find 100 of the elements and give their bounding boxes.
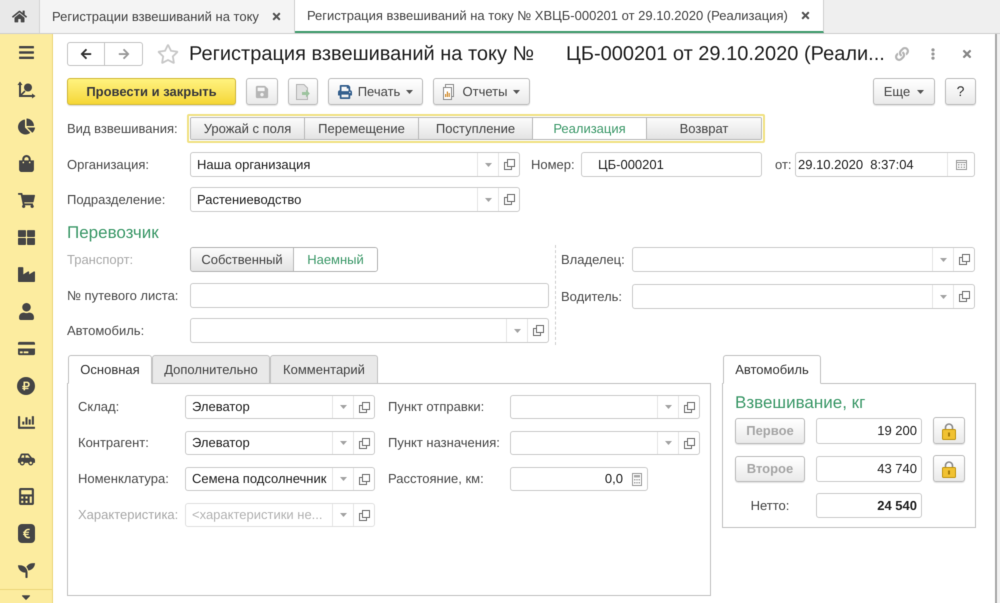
weighing-type-option[interactable]: Перемещение xyxy=(305,118,419,139)
open-window-icon xyxy=(958,254,970,265)
ruble-coin-icon[interactable] xyxy=(17,376,35,394)
more-button[interactable]: Еще xyxy=(873,78,935,105)
open-window-icon xyxy=(358,510,370,520)
open-window-icon xyxy=(684,402,694,412)
field-label: Организация: xyxy=(67,156,150,174)
euro-icon[interactable] xyxy=(18,524,34,543)
section-heading: Взвешивание, кг xyxy=(735,392,866,414)
panel-tab[interactable]: Дополнительно xyxy=(152,355,270,383)
caret-icon xyxy=(340,477,346,481)
caret-icon xyxy=(940,258,946,262)
dropdown-field[interactable] xyxy=(510,431,700,455)
caret-icon xyxy=(340,513,346,517)
panel-tab[interactable]: Комментарий xyxy=(270,355,378,383)
panel-tab[interactable]: Автомобиль xyxy=(723,355,821,384)
open-window-icon xyxy=(358,474,370,484)
panel-tab[interactable]: Основная xyxy=(68,355,152,384)
chart-axis-icon[interactable] xyxy=(16,80,36,100)
star-icon[interactable] xyxy=(157,43,179,65)
caret-icon xyxy=(340,405,346,409)
caret-icon xyxy=(940,294,946,298)
section-heading: Перевозчик xyxy=(67,222,159,244)
open-window-icon xyxy=(958,291,970,302)
caret-icon xyxy=(406,90,414,94)
padlock-icon xyxy=(942,422,956,440)
dropdown-field[interactable]: Семена подсолнечник xyxy=(185,467,375,491)
field-label: Склад: xyxy=(78,398,120,416)
caret-icon xyxy=(513,90,520,94)
help-button[interactable]: ? xyxy=(945,78,976,105)
field-label: Характеристика: xyxy=(78,506,180,524)
back-button[interactable] xyxy=(67,42,105,66)
field-label: Автомобиль: xyxy=(67,322,146,340)
caret-icon xyxy=(340,441,346,445)
open-window-icon xyxy=(532,325,544,336)
date-field[interactable]: 29.10.2020 8:37:04 xyxy=(795,152,975,177)
close-icon[interactable] xyxy=(961,48,973,60)
lock-button[interactable] xyxy=(933,417,965,444)
caret-icon xyxy=(664,405,672,409)
form-title: Регистрация взвешиваний на току № xyxy=(189,42,534,67)
bar-chart-icon[interactable] xyxy=(18,414,34,431)
car-icon[interactable] xyxy=(18,451,34,468)
print-button[interactable]: Печать xyxy=(328,78,423,105)
dropdown-field[interactable] xyxy=(510,395,700,419)
credit-card-icon[interactable] xyxy=(18,340,34,357)
field-label: Номенклатура: xyxy=(78,470,170,488)
field-label: Номер: xyxy=(531,156,576,174)
driver-field[interactable] xyxy=(632,284,975,309)
field-label: Владелец: xyxy=(561,250,626,269)
field-label: № путевого листа: xyxy=(67,286,180,305)
number-field[interactable]: ЦБ-000201 xyxy=(581,152,762,177)
home-icon xyxy=(12,9,27,24)
window-tab[interactable]: Регистрация взвешиваний на току № ХВЦБ-000201 от 29.10.2020 (Реализация) xyxy=(294,0,824,33)
field-label: от: xyxy=(775,156,793,174)
printer-icon xyxy=(338,84,352,98)
close-icon[interactable] xyxy=(800,10,811,21)
lock-button[interactable] xyxy=(933,455,965,482)
open-window-icon xyxy=(504,194,514,205)
division-field[interactable]: Растениеводство xyxy=(190,187,520,212)
close-icon[interactable] xyxy=(270,11,282,22)
waybill-field[interactable] xyxy=(190,283,549,308)
window-tab[interactable]: Регистрации взвешиваний на току xyxy=(40,0,295,33)
form-title: ЦБ-000201 от 29.10.2020 (Реали... xyxy=(566,42,885,67)
caret-icon xyxy=(484,198,492,202)
weighing-type-option[interactable]: Поступление xyxy=(419,118,533,139)
home-button[interactable] xyxy=(0,0,40,33)
post-and-close-button[interactable]: Провести и закрыть xyxy=(67,78,236,105)
pie-chart-icon[interactable] xyxy=(18,118,34,135)
field-label: Нетто: xyxy=(750,496,790,515)
field-label: Контрагент: xyxy=(78,434,150,452)
open-window-icon xyxy=(684,438,694,448)
organization-field[interactable]: Наша организация xyxy=(190,152,520,177)
car-field[interactable] xyxy=(190,318,549,343)
field-label: Транспорт: xyxy=(67,250,134,269)
shopping-bag-icon[interactable] xyxy=(18,155,34,172)
field-label: Водитель: xyxy=(561,288,624,306)
forward-arrow-icon xyxy=(118,48,130,60)
open-window-icon xyxy=(504,159,514,170)
menu-icon[interactable] xyxy=(18,44,34,61)
dropdown-field[interactable]: Элеватор xyxy=(185,431,375,455)
document-arrow-icon xyxy=(296,84,310,100)
sprout-icon[interactable] xyxy=(18,562,34,579)
weighing-type-option[interactable]: Возврат xyxy=(647,118,761,139)
calculator-icon[interactable] xyxy=(18,488,34,505)
grid-icon[interactable] xyxy=(18,229,34,246)
field-label: Пункт отправки: xyxy=(388,398,486,416)
open-window-icon xyxy=(358,438,370,448)
net-weight-field[interactable]: 24 540 xyxy=(816,493,922,518)
person-icon[interactable] xyxy=(18,303,34,320)
factory-icon[interactable] xyxy=(18,266,34,283)
caret-icon xyxy=(917,90,924,94)
number-field[interactable]: 0,0 xyxy=(510,467,648,491)
caret-icon xyxy=(484,162,492,166)
back-arrow-icon xyxy=(80,48,92,60)
reports-button[interactable]: Отчеты xyxy=(433,78,530,105)
shopping-cart-icon[interactable] xyxy=(18,192,34,209)
report-icon xyxy=(442,84,457,100)
dropdown-field[interactable]: Элеватор xyxy=(185,395,375,419)
weighing-type-option[interactable]: Урожай с поля xyxy=(191,118,305,139)
owner-field[interactable] xyxy=(632,247,975,272)
